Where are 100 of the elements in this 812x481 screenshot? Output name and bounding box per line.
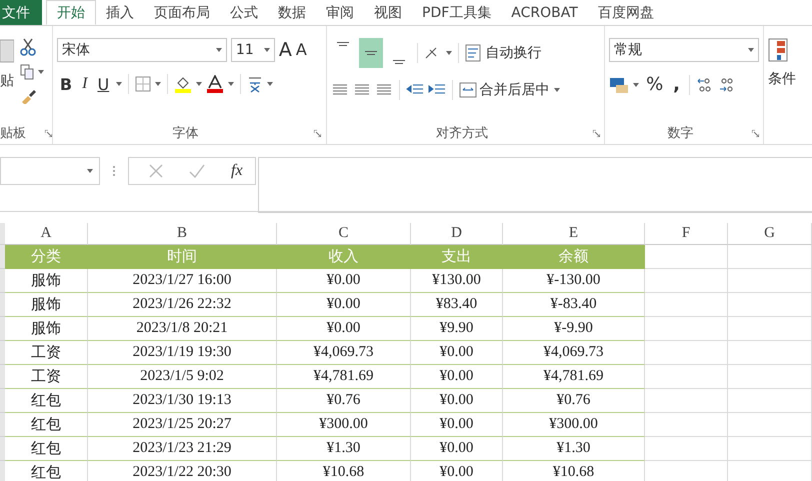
file-tab[interactable]: 文件 <box>0 0 42 25</box>
header-cell: 余额 <box>503 245 645 269</box>
lines-icon <box>364 51 376 55</box>
caret-icon[interactable] <box>633 82 640 86</box>
column-header[interactable]: G <box>728 223 812 245</box>
table-cell: ¥0.00 <box>411 437 503 461</box>
caret-icon[interactable] <box>116 82 122 86</box>
table-cell: 工资 <box>5 365 88 389</box>
table-cell: ¥0.76 <box>277 389 411 413</box>
align-lines-icon[interactable] <box>374 83 392 97</box>
caret-icon[interactable] <box>216 48 222 52</box>
ribbon-tab[interactable]: 百度网盘 <box>588 0 664 25</box>
table-cell: ¥4,781.69 <box>277 365 411 389</box>
dialog-launcher-icon[interactable] <box>593 130 600 136</box>
wrap-text-button[interactable]: 自动换行 <box>464 44 542 62</box>
copy-icon[interactable] <box>20 64 34 80</box>
caret-icon[interactable] <box>446 51 452 55</box>
table-cell: ¥0.76 <box>503 389 645 413</box>
table-cell: 2023/1/25 20:27 <box>88 413 277 437</box>
font-name: 宋体 <box>62 41 90 59</box>
ribbon-tab[interactable]: ACROBAT <box>501 0 588 25</box>
caret-icon[interactable] <box>155 82 162 86</box>
clipboard-icon[interactable] <box>0 38 14 64</box>
ribbon-tab[interactable]: 审阅 <box>316 0 364 25</box>
insert-function-button[interactable]: fx <box>231 162 243 180</box>
formula-input[interactable] <box>258 157 812 213</box>
border-icon[interactable] <box>135 76 152 92</box>
fill-color-icon[interactable] <box>174 75 192 93</box>
table-cell: ¥1.30 <box>503 437 645 461</box>
currency-icon[interactable] <box>609 76 630 94</box>
paste-button[interactable]: 贴 <box>0 72 14 90</box>
header-cell: 支出 <box>411 245 503 269</box>
table-cell: ¥4,781.69 <box>503 365 645 389</box>
column-header[interactable]: F <box>645 223 728 245</box>
ribbon-tab[interactable]: 公式 <box>220 0 268 25</box>
column-header[interactable]: C <box>277 223 411 245</box>
column-header[interactable]: E <box>503 223 645 245</box>
ribbon-tab[interactable]: PDF工具集 <box>412 0 502 25</box>
table-cell: 2023/1/30 19:13 <box>88 389 277 413</box>
underline-button[interactable]: U <box>94 74 112 94</box>
dialog-launcher-icon[interactable] <box>752 130 760 136</box>
column-header[interactable]: A <box>5 223 88 245</box>
table-cell: 服饰 <box>5 293 88 317</box>
merge-center-button[interactable]: 合并后居中 <box>458 81 550 99</box>
table-cell: ¥0.00 <box>277 317 411 341</box>
column-header[interactable]: B <box>88 223 277 245</box>
bold-button[interactable]: B <box>56 74 76 94</box>
caret-icon[interactable] <box>196 82 202 86</box>
ribbon-tab[interactable]: 插入 <box>96 0 144 25</box>
brush-icon[interactable] <box>20 88 36 104</box>
scissors-icon[interactable] <box>20 38 36 56</box>
table-cell: ¥0.00 <box>277 293 411 317</box>
group-label: 对齐方式 <box>436 125 488 142</box>
number-format-field[interactable]: 常规 <box>609 38 760 62</box>
font-size: 11 <box>236 42 254 58</box>
table-cell: 服饰 <box>5 269 88 293</box>
caret-icon[interactable] <box>38 70 44 74</box>
table-cell: ¥0.00 <box>411 341 503 365</box>
table-cell: ¥-130.00 <box>503 269 645 293</box>
dialog-launcher-icon[interactable] <box>314 130 322 136</box>
ribbon-tab[interactable]: 视图 <box>364 0 412 25</box>
align-lines-icon[interactable] <box>330 83 348 97</box>
align-lines-icon[interactable] <box>352 83 370 97</box>
table-cell: ¥300.00 <box>503 413 645 437</box>
caret-icon[interactable] <box>228 82 234 86</box>
ribbon-tab[interactable]: 数据 <box>268 0 316 25</box>
percent-button[interactable]: % <box>643 74 666 95</box>
caret-icon[interactable] <box>267 82 274 86</box>
font-color-icon[interactable] <box>206 75 224 93</box>
shrink-font-button[interactable]: A <box>296 42 307 58</box>
phonetic-guide-icon[interactable] <box>247 75 264 93</box>
table-cell: ¥300.00 <box>277 413 411 437</box>
table-cell: 红包 <box>5 389 88 413</box>
table-cell: ¥9.90 <box>411 317 503 341</box>
vertical-align-button[interactable] <box>358 38 382 68</box>
drag-handle-icon[interactable] <box>112 165 116 177</box>
table-cell: ¥10.68 <box>277 461 411 481</box>
font-name-field[interactable]: 宋体 <box>56 38 227 62</box>
ribbon-tab[interactable]: 页面布局 <box>144 0 220 25</box>
caret-icon[interactable] <box>554 88 560 92</box>
table-cell: ¥-9.90 <box>503 317 645 341</box>
table-cell: 服饰 <box>5 317 88 341</box>
table-cell: ¥10.68 <box>503 461 645 481</box>
conditional-format-button[interactable]: 条件 <box>768 70 796 88</box>
table-cell: 2023/1/26 22:32 <box>88 293 277 317</box>
font-size-field[interactable]: 11 <box>230 38 275 62</box>
column-header[interactable]: D <box>411 223 503 245</box>
comma-button[interactable]: , <box>670 74 684 95</box>
grow-font-button[interactable]: A <box>278 40 292 60</box>
ribbon-tab[interactable]: 开始 <box>46 0 96 25</box>
table-cell: 2023/1/23 21:29 <box>88 437 277 461</box>
dialog-launcher-icon[interactable] <box>44 130 52 136</box>
table-cell: 2023/1/27 16:00 <box>88 269 277 293</box>
conditional-format-icon[interactable] <box>768 38 788 62</box>
italic-button[interactable]: I <box>79 75 90 93</box>
caret-icon[interactable] <box>748 48 754 52</box>
caret-icon[interactable] <box>87 169 93 173</box>
table-cell: ¥4,069.73 <box>277 341 411 365</box>
check-icon[interactable] <box>189 164 205 178</box>
caret-icon[interactable] <box>264 48 270 52</box>
